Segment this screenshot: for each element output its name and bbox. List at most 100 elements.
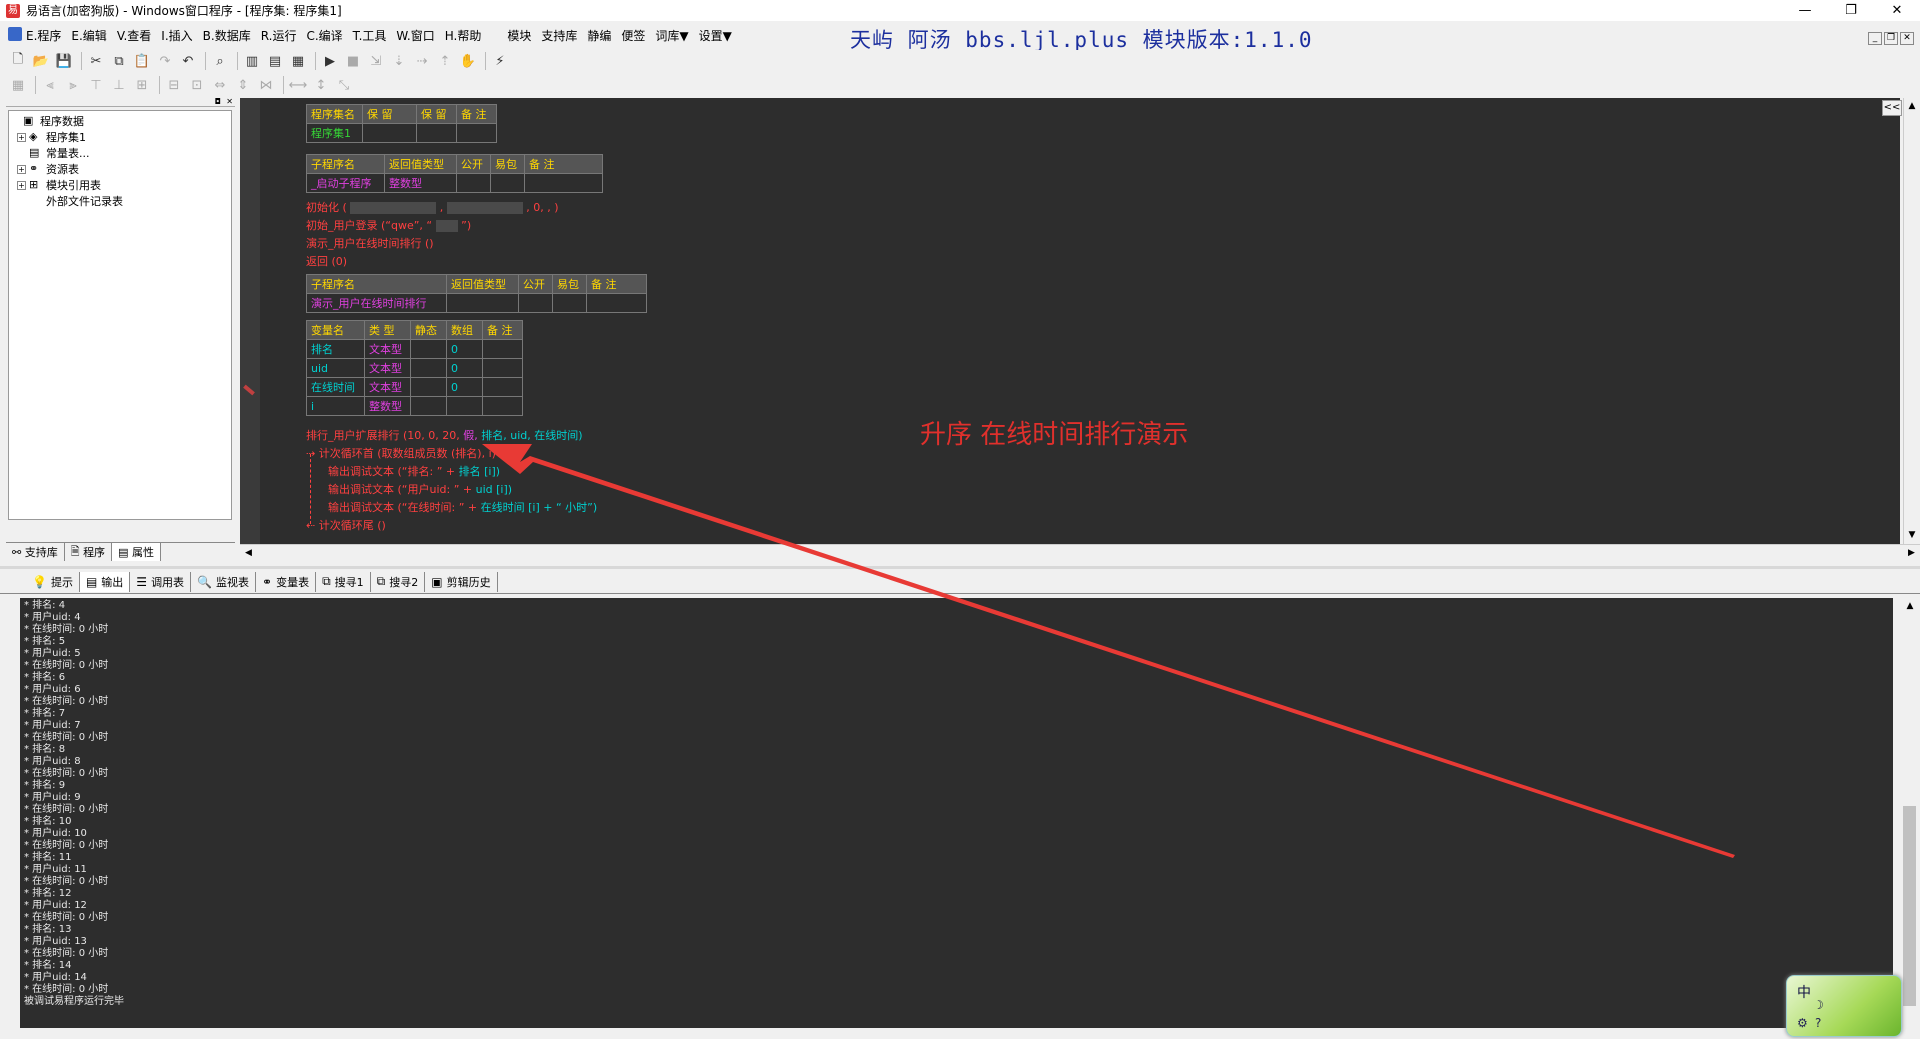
redo-icon[interactable]: ↷ bbox=[155, 52, 175, 70]
table-cell[interactable]: 备 注 bbox=[524, 154, 603, 174]
menu-item[interactable]: E.编辑 bbox=[66, 27, 111, 44]
menu-item[interactable]: W.窗口 bbox=[391, 27, 439, 44]
table-cell[interactable]: 演示_用户在线时间排行 bbox=[306, 293, 447, 313]
menu-item[interactable]: H.帮助 bbox=[440, 27, 487, 44]
expand-icon[interactable]: + bbox=[17, 180, 26, 190]
tab-properties[interactable]: ▤ 属性 bbox=[112, 543, 161, 561]
align-grid-icon[interactable]: ▦ bbox=[8, 76, 28, 94]
mdi-close-button[interactable]: ✕ bbox=[1900, 32, 1914, 45]
code-line-output-rank[interactable]: 输出调试文本 (“排名: ” + 排名 [i]) bbox=[328, 463, 500, 479]
table-cell[interactable]: 程序集名 bbox=[306, 104, 363, 124]
table-cell[interactable]: 备 注 bbox=[482, 320, 523, 340]
table-cell[interactable] bbox=[456, 173, 491, 193]
code-line-return[interactable]: 返回 (0) bbox=[306, 253, 347, 269]
table-cell[interactable]: 数组 bbox=[446, 320, 483, 340]
table-cell[interactable]: 公开 bbox=[456, 154, 491, 174]
mdi-minimize-button[interactable]: _ bbox=[1868, 32, 1882, 45]
table-cell[interactable]: 易包 bbox=[552, 274, 587, 294]
table-cell[interactable] bbox=[446, 396, 483, 416]
same-height-icon[interactable]: ↕ bbox=[311, 76, 331, 94]
copy-icon[interactable]: ⧉ bbox=[109, 52, 129, 70]
table-cell[interactable]: 静态 bbox=[410, 320, 447, 340]
layout-2-icon[interactable]: ▤ bbox=[265, 52, 285, 70]
tree-node[interactable]: + ⚭ 资源表 bbox=[11, 161, 229, 177]
scroll-thumb[interactable] bbox=[1903, 806, 1916, 1006]
tree-node[interactable]: + ⊞ 模块引用表 bbox=[11, 177, 229, 193]
menu-item[interactable]: E.程序 bbox=[0, 26, 66, 44]
menu-item[interactable]: V.查看 bbox=[112, 27, 156, 44]
menu-item[interactable]: 设置▼ bbox=[694, 27, 737, 44]
center-v-icon[interactable]: ⊡ bbox=[187, 76, 207, 94]
table-cell[interactable] bbox=[482, 377, 523, 397]
align-left-icon[interactable]: ⫷ bbox=[40, 76, 60, 94]
code-line-sort[interactable]: 排行_用户扩展排行 (10, 0, 20, 假, 排名, uid, 在线时间) bbox=[306, 427, 583, 443]
same-size-icon[interactable]: ⤡ bbox=[334, 76, 354, 94]
table-cell[interactable]: 0 bbox=[446, 358, 483, 378]
table-cell[interactable] bbox=[524, 173, 603, 193]
table-cell[interactable]: 程序集1 bbox=[306, 123, 363, 143]
table-cell[interactable] bbox=[490, 173, 525, 193]
ime-language[interactable]: 中 bbox=[1797, 982, 1811, 1002]
table-cell[interactable]: 0 bbox=[446, 339, 483, 359]
table-cell[interactable]: _启动子程序 bbox=[306, 173, 385, 193]
scroll-up-icon[interactable]: ▲ bbox=[1904, 98, 1920, 115]
tab-2[interactable]: ☰ 调用表 bbox=[130, 571, 192, 592]
open-file-icon[interactable]: 📂 bbox=[31, 52, 51, 70]
menu-item[interactable]: 支持库 bbox=[536, 27, 582, 44]
table-cell[interactable]: 排名 bbox=[306, 339, 365, 359]
gear-icon[interactable]: ⚙ bbox=[1797, 1016, 1808, 1030]
table-cell[interactable]: 易包 bbox=[490, 154, 525, 174]
tab-0[interactable]: 💡 提示 bbox=[26, 571, 80, 592]
menu-item[interactable]: T.工具 bbox=[348, 27, 392, 44]
editor-horizontal-scrollbar[interactable]: ◀ ▶ bbox=[240, 544, 1920, 562]
expand-icon[interactable]: + bbox=[17, 164, 26, 174]
code-line-init[interactable]: 初始化 ( , , 0, , ) bbox=[306, 199, 559, 215]
cut-icon[interactable]: ✂ bbox=[86, 52, 106, 70]
code-line-loop-end[interactable]: ⇠ 计次循环尾 () bbox=[306, 517, 386, 533]
menu-item[interactable]: 便签 bbox=[616, 27, 650, 44]
table-cell[interactable]: 类 型 bbox=[364, 320, 411, 340]
tree-node[interactable]: + ◈ 程序集1 bbox=[11, 129, 229, 145]
mdi-restore-button[interactable]: ❐ bbox=[1884, 32, 1898, 45]
table-cell[interactable] bbox=[416, 123, 457, 143]
table-cell[interactable] bbox=[410, 377, 447, 397]
collapse-button[interactable]: << bbox=[1882, 100, 1902, 116]
center-h-icon[interactable]: ⊟ bbox=[164, 76, 184, 94]
table-cell[interactable] bbox=[456, 123, 497, 143]
space-eq-icon[interactable]: ⋈ bbox=[256, 76, 276, 94]
stop-icon[interactable]: ■ bbox=[343, 52, 363, 70]
help-icon[interactable]: ? bbox=[1815, 1016, 1821, 1030]
table-cell[interactable]: 整数型 bbox=[384, 173, 457, 193]
output-console[interactable]: * 排名: 4 * 用户uid: 4 * 在线时间: 0 小时 * 排名: 5 * 用户… bbox=[20, 598, 1893, 1028]
scroll-down-icon[interactable]: ▼ bbox=[1904, 527, 1920, 544]
code-line-output-uid[interactable]: 输出调试文本 (“用户uid: ” + uid [i]) bbox=[328, 481, 512, 497]
table-cell[interactable]: 返回值类型 bbox=[446, 274, 519, 294]
table-cell[interactable]: 整数型 bbox=[364, 396, 411, 416]
menu-item[interactable]: 词库▼ bbox=[650, 27, 693, 44]
code-line-loop-start[interactable]: ⇢ 计次循环首 (取数组成员数 (排名), i) bbox=[306, 445, 496, 461]
table-cell[interactable]: 文本型 bbox=[364, 377, 411, 397]
panel-close-icon[interactable]: ✕ bbox=[226, 97, 233, 106]
minimize-button[interactable]: — bbox=[1782, 0, 1828, 21]
align-bottom-icon[interactable]: ⊥ bbox=[109, 76, 129, 94]
table-cell[interactable] bbox=[410, 358, 447, 378]
menu-item[interactable]: I.插入 bbox=[156, 27, 197, 44]
tab-4[interactable]: ⚭ 变量表 bbox=[256, 571, 317, 592]
table-cell[interactable]: 保 留 bbox=[416, 104, 457, 124]
tab-6[interactable]: ⧉ 搜寻2 bbox=[371, 571, 426, 592]
output-scrollbar[interactable]: ▲ bbox=[1900, 598, 1920, 1039]
moon-icon[interactable]: ☽ bbox=[1813, 998, 1824, 1012]
table-cell[interactable]: 0 bbox=[446, 377, 483, 397]
splitter[interactable] bbox=[0, 566, 1920, 569]
table-cell[interactable]: 在线时间 bbox=[306, 377, 365, 397]
table-cell[interactable]: 文本型 bbox=[364, 358, 411, 378]
table-cell[interactable]: 文本型 bbox=[364, 339, 411, 359]
table-cell[interactable] bbox=[552, 293, 587, 313]
close-button[interactable]: ✕ bbox=[1874, 0, 1920, 21]
table-cell[interactable]: 变量名 bbox=[306, 320, 365, 340]
table-cell[interactable]: 备 注 bbox=[586, 274, 647, 294]
pin-icon[interactable]: ◘ bbox=[215, 97, 221, 106]
table-cell[interactable]: uid bbox=[306, 358, 365, 378]
space-h-icon[interactable]: ⇔ bbox=[210, 76, 230, 94]
table-cell[interactable] bbox=[410, 339, 447, 359]
